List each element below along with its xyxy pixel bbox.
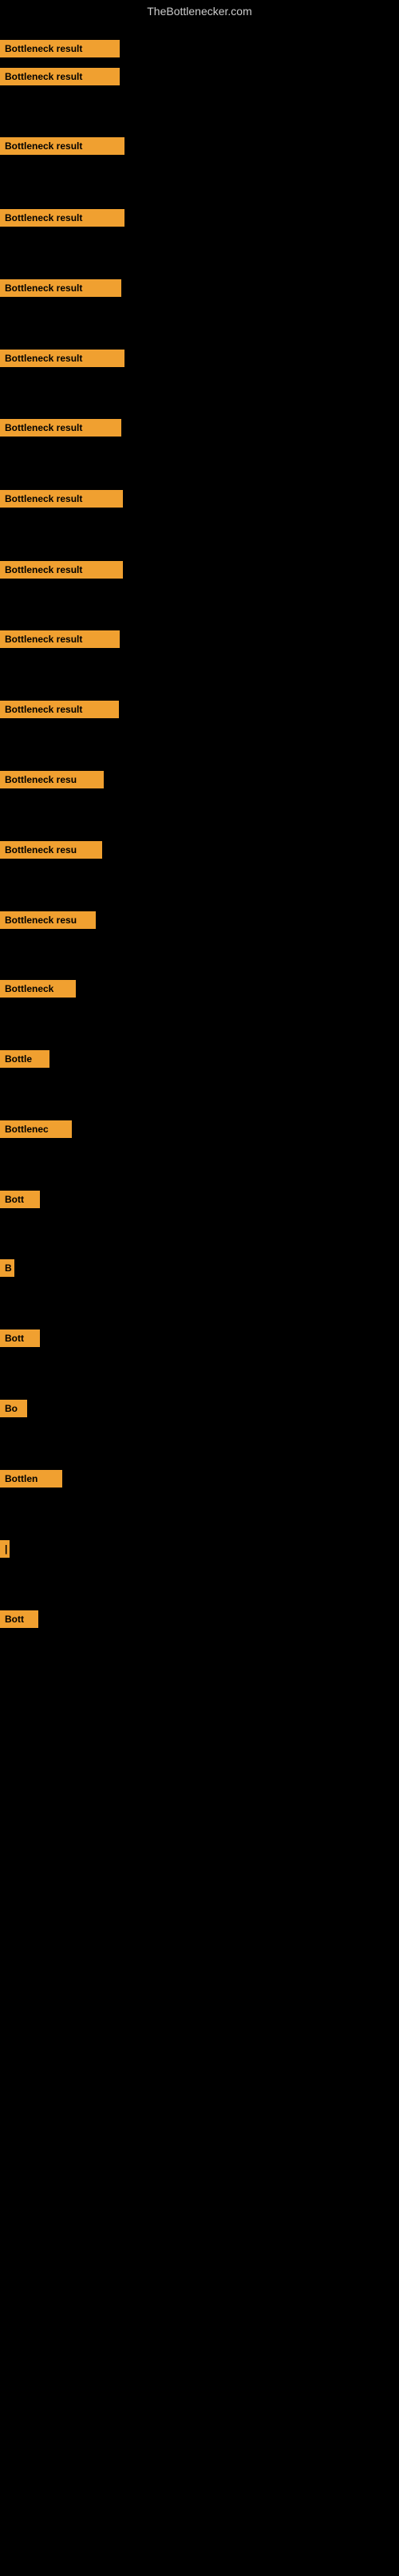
bottleneck-result-bar-14: Bottleneck resu: [0, 911, 96, 929]
bottleneck-result-bar-4: Bottleneck result: [0, 209, 124, 227]
bottleneck-result-bar-23: |: [0, 1540, 10, 1558]
site-title: TheBottlenecker.com: [0, 0, 399, 22]
bottleneck-result-bar-16: Bottle: [0, 1050, 49, 1068]
bottleneck-result-bar-9: Bottleneck result: [0, 561, 123, 579]
bottleneck-result-bar-8: Bottleneck result: [0, 490, 123, 508]
bottleneck-result-bar-6: Bottleneck result: [0, 350, 124, 367]
bottleneck-result-bar-11: Bottleneck result: [0, 701, 119, 718]
bottleneck-result-bar-5: Bottleneck result: [0, 279, 121, 297]
bottleneck-result-bar-3: Bottleneck result: [0, 137, 124, 155]
bottleneck-result-bar-2: Bottleneck result: [0, 68, 120, 85]
bottleneck-result-bar-18: Bott: [0, 1191, 40, 1208]
bottleneck-result-bar-22: Bottlen: [0, 1470, 62, 1488]
bottleneck-result-bar-17: Bottlenec: [0, 1120, 72, 1138]
bottleneck-result-bar-12: Bottleneck resu: [0, 771, 104, 788]
bottleneck-result-bar-10: Bottleneck result: [0, 630, 120, 648]
bottleneck-result-bar-1: Bottleneck result: [0, 40, 120, 57]
bottleneck-result-bar-21: Bo: [0, 1400, 27, 1417]
bottleneck-result-bar-19: B: [0, 1259, 14, 1277]
bottleneck-result-bar-7: Bottleneck result: [0, 419, 121, 437]
bottleneck-result-bar-20: Bott: [0, 1329, 40, 1347]
bottleneck-result-bar-15: Bottleneck: [0, 980, 76, 998]
bottleneck-result-bar-24: Bott: [0, 1610, 38, 1628]
bottleneck-result-bar-13: Bottleneck resu: [0, 841, 102, 859]
